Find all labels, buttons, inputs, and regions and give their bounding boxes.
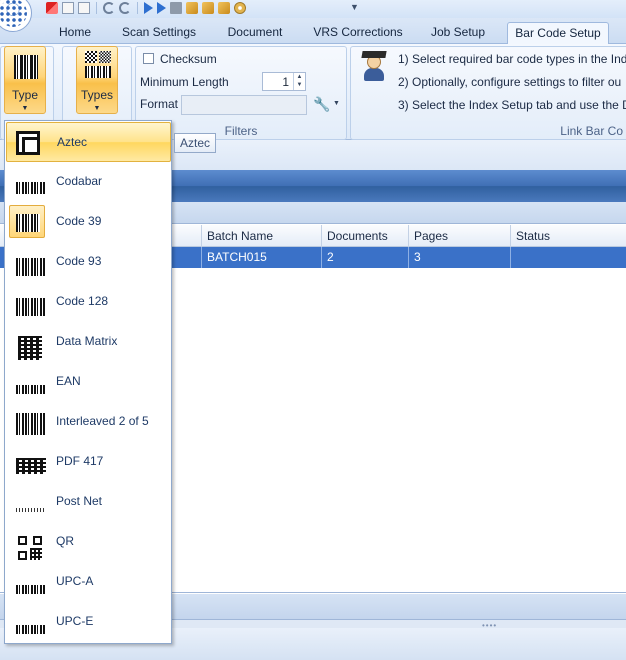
toolbar-separator [96, 2, 97, 14]
cell-documents: 2 [321, 247, 408, 268]
code-39-barcode-icon [9, 205, 45, 238]
codabar-barcode-icon [12, 170, 46, 194]
code-93-barcode-icon [12, 250, 46, 276]
tab-home[interactable]: Home [50, 22, 100, 44]
column-pages[interactable]: Pages [408, 225, 510, 247]
minimum-length-value: 1 [282, 75, 289, 89]
barcode-types-icon [85, 51, 111, 81]
dropdown-item-label: PDF 417 [56, 454, 104, 468]
dropdown-item-post-net[interactable]: Post Net [6, 482, 171, 522]
minimum-length-stepper[interactable]: 1 ▲ ▼ [262, 72, 306, 91]
customize-toolbar-icon[interactable]: ▼ [350, 2, 359, 12]
upc-a-barcode-icon [12, 570, 46, 594]
link-barcode-caption: Link Bar Co [560, 124, 623, 138]
undo-icon[interactable] [103, 2, 115, 14]
barcode-icon [14, 55, 38, 79]
dropdown-item-code-39[interactable]: Code 39 [6, 202, 171, 242]
ean-barcode-icon [12, 370, 46, 394]
fast-forward-icon[interactable] [157, 2, 166, 14]
dropdown-item-label: Aztec [57, 135, 88, 149]
types-button-label: Types [80, 88, 113, 102]
dropdown-item-label: Data Matrix [56, 334, 118, 348]
cell-status [510, 247, 626, 268]
edit-icon[interactable] [186, 2, 198, 14]
link-step-1: 1) Select required bar code types in the… [398, 52, 626, 66]
dropdown-item-aztec[interactable]: Aztec [6, 122, 171, 162]
dropdown-item-codabar[interactable]: Codabar [6, 162, 171, 202]
cell-batch-name: BATCH015 [201, 247, 321, 268]
dropdown-item-label: Post Net [56, 494, 103, 508]
dropdown-item-interleaved-2-of-5[interactable]: Interleaved 2 of 5 [6, 402, 171, 442]
cut-icon[interactable] [46, 2, 58, 14]
link-step-3: 3) Select the Index Setup tab and use th… [398, 98, 626, 112]
link-step-2: 2) Optionally, configure settings to fil… [398, 75, 622, 89]
tab-job-setup[interactable]: Job Setup [424, 22, 492, 44]
barcode-type-dropdown: Aztec Codabar Code 39 Code 93 Code 128 D… [4, 120, 172, 644]
pdf-417-barcode-icon [12, 450, 46, 474]
dropdown-item-label: UPC-A [56, 574, 94, 588]
type-button[interactable]: Type ▼ [4, 46, 46, 114]
tab-vrs-corrections[interactable]: VRS Corrections [308, 22, 408, 44]
aztec-barcode-icon [13, 131, 43, 155]
code-128-barcode-icon [12, 290, 46, 316]
aztec-tooltip: Aztec [174, 133, 217, 153]
spin-arrows-icon[interactable]: ▲ ▼ [293, 73, 305, 90]
cell-pages: 3 [408, 247, 510, 268]
dropdown-item-upc-e[interactable]: UPC-E [6, 602, 171, 642]
checksum-label: Checksum [160, 52, 217, 66]
dropdown-item-code-93[interactable]: Code 93 [6, 242, 171, 282]
dropdown-item-label: Code 39 [56, 214, 102, 228]
chevron-down-icon[interactable]: ▼ [333, 100, 340, 107]
tab-bar-code-setup[interactable]: Bar Code Setup [507, 22, 609, 44]
stop-icon[interactable] [170, 2, 182, 14]
dropdown-item-pdf-417[interactable]: PDF 417 [6, 442, 171, 482]
play-icon[interactable] [144, 2, 153, 14]
dropdown-item-upc-a[interactable]: UPC-A [6, 562, 171, 602]
column-status[interactable]: Status [510, 225, 626, 247]
types-button[interactable]: Types ▼ [76, 46, 118, 114]
column-documents[interactable]: Documents [321, 225, 408, 247]
disc-icon[interactable] [234, 2, 246, 14]
tools-icon[interactable] [202, 2, 214, 14]
dropdown-item-ean[interactable]: EAN [6, 362, 171, 402]
chevron-down-icon: ▼ [93, 105, 101, 112]
type-button-label: Type [11, 88, 38, 102]
data-matrix-barcode-icon [12, 330, 42, 360]
instructor-icon [360, 51, 388, 81]
toolbar-separator [137, 2, 138, 14]
quick-access-toolbar: ▼ [0, 0, 626, 32]
upc-e-barcode-icon [12, 610, 46, 634]
format-input[interactable] [181, 95, 307, 115]
format-label: Format [140, 97, 179, 111]
quick-access-icons [46, 0, 246, 16]
checksum-checkbox[interactable] [143, 53, 154, 64]
app-logo-icon [0, 0, 27, 27]
column-batch-name[interactable]: Batch Name [201, 225, 321, 247]
qr-code-icon [12, 530, 44, 562]
paste-icon[interactable] [78, 2, 90, 14]
ribbon-tabs: Home Scan Settings Document VRS Correcti… [0, 18, 626, 44]
dropdown-item-qr[interactable]: QR [6, 522, 171, 562]
dropdown-item-data-matrix[interactable]: Data Matrix [6, 322, 171, 362]
dropdown-item-label: Codabar [56, 174, 103, 188]
dropdown-item-label: EAN [56, 374, 81, 388]
copy-icon[interactable] [62, 2, 74, 14]
minimum-length-label: Minimum Length [140, 75, 229, 89]
interleaved-barcode-icon [12, 410, 46, 435]
tab-scan-settings[interactable]: Scan Settings [116, 22, 202, 44]
dropdown-item-code-128[interactable]: Code 128 [6, 282, 171, 322]
dropdown-item-label: Code 128 [56, 294, 109, 308]
dropdown-item-label: QR [56, 534, 74, 548]
redo-icon[interactable] [119, 2, 131, 14]
wrench-icon[interactable]: 🔧 [313, 96, 330, 113]
tab-document[interactable]: Document [218, 22, 292, 44]
post-net-barcode-icon [12, 490, 46, 514]
dropdown-item-label: Code 93 [56, 254, 102, 268]
chevron-down-icon: ▼ [21, 105, 29, 112]
settings-icon[interactable] [218, 2, 230, 14]
dropdown-item-label: Interleaved 2 of 5 [56, 414, 149, 428]
dropdown-item-label: UPC-E [56, 614, 94, 628]
